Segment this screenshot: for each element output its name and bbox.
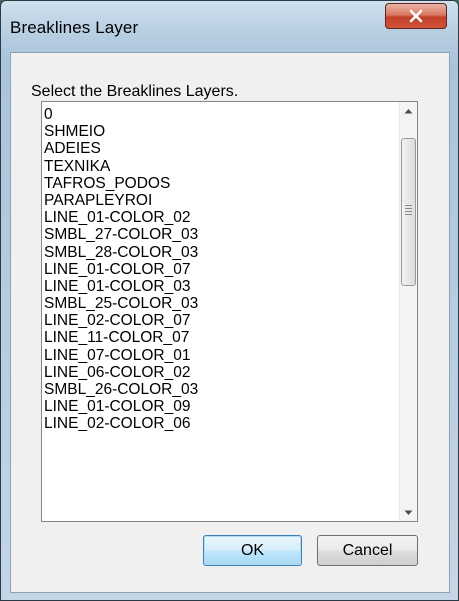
layer-list-item[interactable]: LINE_02-COLOR_07 xyxy=(42,312,399,329)
layer-list-item[interactable]: LINE_06-COLOR_02 xyxy=(42,364,399,381)
layer-list-item[interactable]: LINE_01-COLOR_02 xyxy=(42,209,399,226)
layer-list-item[interactable]: TEXNIKA xyxy=(42,158,399,175)
scroll-down-arrow-icon xyxy=(404,510,413,515)
scrollbar-thumb[interactable] xyxy=(401,138,416,286)
layer-list-item[interactable]: LINE_01-COLOR_09 xyxy=(42,398,399,415)
cancel-button[interactable]: Cancel xyxy=(317,535,418,566)
layer-list-item[interactable]: SMBL_27-COLOR_03 xyxy=(42,226,399,243)
dialog-client-area: Select the Breaklines Layers. 0 SHMEIO ADE… xyxy=(10,52,450,593)
layer-list-item[interactable]: LINE_01-COLOR_07 xyxy=(42,261,399,278)
layer-list-item[interactable]: SMBL_25-COLOR_03 xyxy=(42,295,399,312)
scroll-down-button[interactable] xyxy=(400,504,417,521)
layer-list-item[interactable]: LINE_02-COLOR_06 xyxy=(42,415,399,432)
vertical-scrollbar[interactable] xyxy=(399,102,417,521)
layers-listbox[interactable]: 0 SHMEIO ADEIES TEXNIKA TAFROS_PODOS PARAPLEY… xyxy=(41,101,418,522)
layers-list: 0 SHMEIO ADEIES TEXNIKA TAFROS_PODOS PARAPLEY… xyxy=(42,106,399,433)
layer-list-item[interactable]: 0 xyxy=(42,106,399,123)
layer-list-item[interactable]: LINE_01-COLOR_03 xyxy=(42,278,399,295)
layer-list-item[interactable]: LINE_11-COLOR_07 xyxy=(42,329,399,346)
layer-list-item[interactable]: TAFROS_PODOS xyxy=(42,175,399,192)
layer-list-item[interactable]: SMBL_28-COLOR_03 xyxy=(42,244,399,261)
window-title: Breaklines Layer xyxy=(10,18,139,37)
scroll-up-button[interactable] xyxy=(400,102,417,119)
layer-list-item[interactable]: LINE_07-COLOR_01 xyxy=(42,347,399,364)
grip-icon xyxy=(405,205,412,217)
layer-list-item[interactable]: SMBL_26-COLOR_03 xyxy=(42,381,399,398)
title-bar[interactable]: Breaklines Layer xyxy=(1,1,458,53)
layer-list-item[interactable]: ADEIES xyxy=(42,140,399,157)
scroll-up-arrow-icon xyxy=(404,108,413,113)
layer-list-item[interactable]: PARAPLEYROI xyxy=(42,192,399,209)
instruction-label: Select the Breaklines Layers. xyxy=(31,83,239,100)
ok-button[interactable]: OK xyxy=(203,535,302,566)
close-x-icon xyxy=(409,9,423,23)
close-button[interactable] xyxy=(385,3,447,29)
layer-list-item[interactable]: SHMEIO xyxy=(42,123,399,140)
breaklines-layer-dialog: Breaklines Layer Select the Breaklines L… xyxy=(0,0,459,601)
